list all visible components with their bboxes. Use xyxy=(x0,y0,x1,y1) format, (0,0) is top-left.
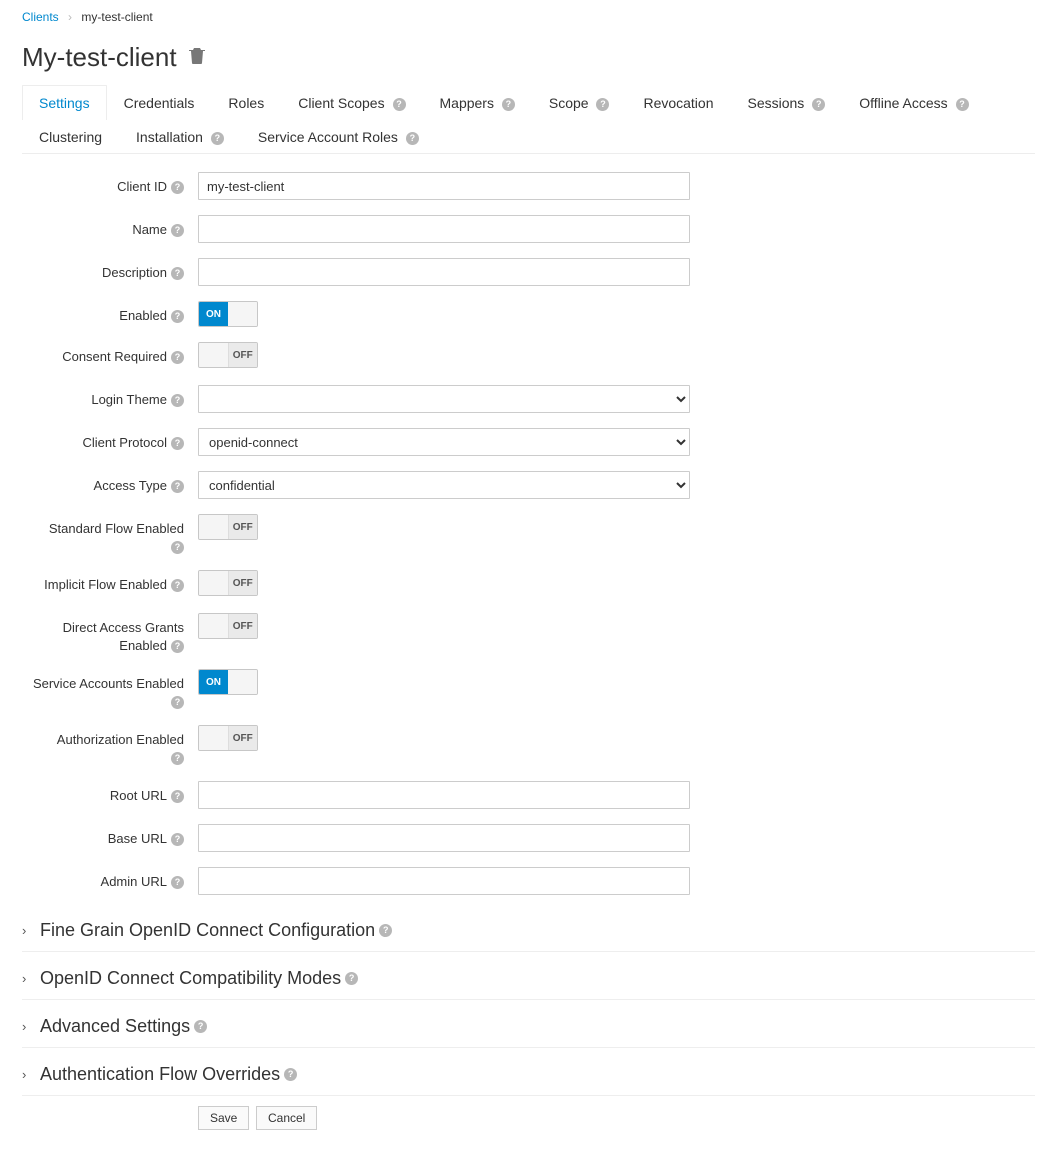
tab-roles[interactable]: Roles xyxy=(211,85,281,120)
label-root-url: Root URL? xyxy=(22,781,198,805)
label-base-url: Base URL? xyxy=(22,824,198,848)
help-icon[interactable]: ? xyxy=(171,181,184,194)
help-icon[interactable]: ? xyxy=(171,833,184,846)
tab-mappers[interactable]: Mappers ? xyxy=(423,85,532,120)
section-title: Authentication Flow Overrides xyxy=(40,1064,280,1085)
help-icon[interactable]: ? xyxy=(171,224,184,237)
help-icon[interactable]: ? xyxy=(379,924,392,937)
section-openid-connect-compatibility-modes[interactable]: › OpenID Connect Compatibility Modes ? xyxy=(22,958,1035,1000)
section-fine-grain-openid-connect-configuration[interactable]: › Fine Grain OpenID Connect Configuration… xyxy=(22,910,1035,952)
label-client-protocol: Client Protocol? xyxy=(22,428,198,452)
label-implicit-flow: Implicit Flow Enabled? xyxy=(22,570,198,594)
label-direct-access: Direct Access Grants Enabled? xyxy=(22,613,198,654)
implicit-flow-toggle[interactable]: OFF xyxy=(198,570,258,596)
breadcrumb: Clients › my-test-client xyxy=(22,10,1035,24)
help-icon[interactable]: ? xyxy=(194,1020,207,1033)
help-icon[interactable]: ? xyxy=(171,876,184,889)
chevron-right-icon: › xyxy=(68,10,72,24)
label-standard-flow: Standard Flow Enabled? xyxy=(22,514,198,555)
chevron-right-icon: › xyxy=(22,971,34,986)
client-protocol-select[interactable]: openid-connect xyxy=(198,428,690,456)
label-consent-required: Consent Required? xyxy=(22,342,198,366)
help-icon[interactable]: ? xyxy=(171,267,184,280)
help-icon[interactable]: ? xyxy=(393,98,406,111)
help-icon[interactable]: ? xyxy=(171,790,184,803)
label-login-theme: Login Theme? xyxy=(22,385,198,409)
help-icon[interactable]: ? xyxy=(171,752,184,765)
tab-clustering[interactable]: Clustering xyxy=(22,119,119,154)
description-input[interactable] xyxy=(198,258,690,286)
tab-credentials[interactable]: Credentials xyxy=(107,85,212,120)
help-icon[interactable]: ? xyxy=(171,351,184,364)
help-icon[interactable]: ? xyxy=(171,480,184,493)
root-url-input[interactable] xyxy=(198,781,690,809)
trash-icon[interactable] xyxy=(189,46,205,69)
help-icon[interactable]: ? xyxy=(596,98,609,111)
chevron-right-icon: › xyxy=(22,1019,34,1034)
tab-settings[interactable]: Settings xyxy=(22,85,107,120)
page-title: My-test-client xyxy=(22,42,1035,73)
cancel-button[interactable]: Cancel xyxy=(256,1106,317,1130)
label-service-accounts: Service Accounts Enabled? xyxy=(22,669,198,710)
help-icon[interactable]: ? xyxy=(171,310,184,323)
page-title-text: My-test-client xyxy=(22,42,177,73)
admin-url-input[interactable] xyxy=(198,867,690,895)
base-url-input[interactable] xyxy=(198,824,690,852)
help-icon[interactable]: ? xyxy=(171,394,184,407)
tab-offline-access[interactable]: Offline Access ? xyxy=(842,85,985,120)
tab-client-scopes[interactable]: Client Scopes ? xyxy=(281,85,422,120)
help-icon[interactable]: ? xyxy=(171,640,184,653)
label-description: Description? xyxy=(22,258,198,282)
help-icon[interactable]: ? xyxy=(956,98,969,111)
help-icon[interactable]: ? xyxy=(284,1068,297,1081)
chevron-right-icon: › xyxy=(22,1067,34,1082)
section-title: OpenID Connect Compatibility Modes xyxy=(40,968,341,989)
breadcrumb-parent-link[interactable]: Clients xyxy=(22,10,59,24)
tab-service-account-roles[interactable]: Service Account Roles ? xyxy=(241,119,436,154)
label-authorization: Authorization Enabled? xyxy=(22,725,198,766)
help-icon[interactable]: ? xyxy=(171,579,184,592)
authorization-toggle[interactable]: OFF xyxy=(198,725,258,751)
login-theme-select[interactable] xyxy=(198,385,690,413)
section-title: Advanced Settings xyxy=(40,1016,190,1037)
help-icon[interactable]: ? xyxy=(171,541,184,554)
tab-revocation[interactable]: Revocation xyxy=(626,85,730,120)
help-icon[interactable]: ? xyxy=(406,132,419,145)
section-advanced-settings[interactable]: › Advanced Settings ? xyxy=(22,1006,1035,1048)
help-icon[interactable]: ? xyxy=(812,98,825,111)
save-button[interactable]: Save xyxy=(198,1106,249,1130)
standard-flow-toggle[interactable]: OFF xyxy=(198,514,258,540)
name-input[interactable] xyxy=(198,215,690,243)
label-name: Name? xyxy=(22,215,198,239)
chevron-right-icon: › xyxy=(22,923,34,938)
help-icon[interactable]: ? xyxy=(171,696,184,709)
tab-installation[interactable]: Installation ? xyxy=(119,119,241,154)
tab-scope[interactable]: Scope ? xyxy=(532,85,627,120)
tab-sessions[interactable]: Sessions ? xyxy=(731,85,843,120)
client-id-input[interactable] xyxy=(198,172,690,200)
section-authentication-flow-overrides[interactable]: › Authentication Flow Overrides ? xyxy=(22,1054,1035,1096)
direct-access-toggle[interactable]: OFF xyxy=(198,613,258,639)
help-icon[interactable]: ? xyxy=(502,98,515,111)
consent-required-toggle[interactable]: OFF xyxy=(198,342,258,368)
help-icon[interactable]: ? xyxy=(171,437,184,450)
label-client-id: Client ID? xyxy=(22,172,198,196)
section-title: Fine Grain OpenID Connect Configuration xyxy=(40,920,375,941)
service-accounts-toggle[interactable]: ON xyxy=(198,669,258,695)
enabled-toggle[interactable]: ON xyxy=(198,301,258,327)
label-admin-url: Admin URL? xyxy=(22,867,198,891)
access-type-select[interactable]: confidential xyxy=(198,471,690,499)
help-icon[interactable]: ? xyxy=(345,972,358,985)
label-access-type: Access Type? xyxy=(22,471,198,495)
breadcrumb-current: my-test-client xyxy=(81,10,152,24)
label-enabled: Enabled? xyxy=(22,301,198,325)
help-icon[interactable]: ? xyxy=(211,132,224,145)
tabs: SettingsCredentialsRolesClient Scopes ?M… xyxy=(22,85,1035,154)
